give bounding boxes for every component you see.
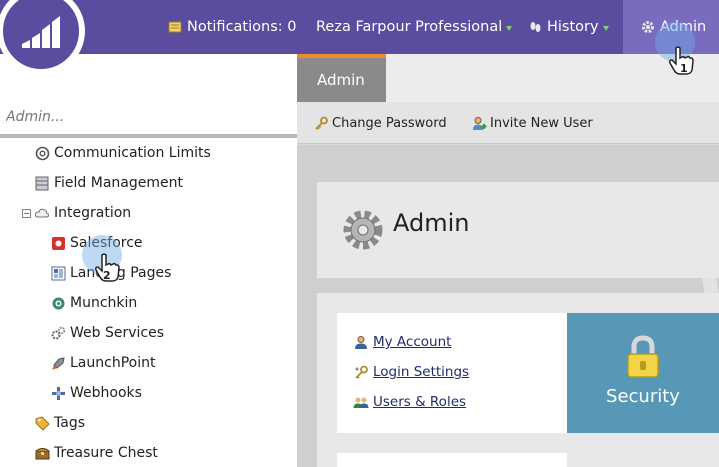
history-label: History [547, 19, 599, 35]
salesforce-icon [50, 235, 66, 251]
account-menu-button[interactable]: Reza Farpour Professional [316, 0, 513, 54]
admin-search-bar [0, 100, 297, 138]
admin-tree: Communication Limits Field Management − … [0, 142, 297, 467]
footprints-icon [527, 19, 543, 35]
history-caret-icon [602, 25, 609, 31]
at-sign-icon [34, 145, 50, 161]
history-menu-button[interactable]: History [527, 0, 609, 54]
add-user-icon [471, 115, 487, 131]
webhook-icon [50, 385, 66, 401]
tree-item-communication-limits[interactable]: Communication Limits [34, 143, 211, 163]
tab-admin[interactable]: Admin [297, 54, 386, 102]
gears-icon [50, 325, 66, 341]
login-settings-link[interactable]: Login Settings [373, 364, 469, 380]
integration-collapse-toggle[interactable]: − [22, 209, 31, 218]
tree-item-tags[interactable]: Tags [34, 413, 85, 433]
database-icon [34, 175, 50, 191]
account-caret-icon [506, 25, 513, 31]
tree-item-munchkin[interactable]: Munchkin [50, 293, 137, 313]
users-roles-link-row: Users & Roles [353, 394, 466, 410]
account-links-card: My Account Login Settings Users & Roles [337, 313, 567, 433]
step-label-2: 2 [103, 269, 111, 282]
tree-item-webhooks[interactable]: Webhooks [50, 383, 142, 403]
top-navigation-bar: Notifications: 0 Reza Farpour Profession… [0, 0, 719, 54]
admin-content: Admin My Account Login Settings Users & … [297, 145, 719, 467]
tree-item-field-management[interactable]: Field Management [34, 173, 183, 193]
admin-toolbar: Change Password Invite New User [297, 102, 719, 144]
notifications-icon [167, 19, 183, 35]
tab-strip: Admin [297, 54, 719, 102]
cloud-icon [34, 205, 50, 221]
account-label: Reza Farpour Professional [316, 19, 503, 35]
admin-header-panel: Admin [317, 182, 719, 278]
users-roles-link[interactable]: Users & Roles [373, 394, 466, 410]
login-settings-link-row: Login Settings [353, 364, 469, 380]
key-settings-icon [353, 364, 369, 380]
my-account-link[interactable]: My Account [373, 334, 451, 350]
munchkin-icon [50, 295, 66, 311]
next-card [337, 453, 567, 467]
invite-new-user-button[interactable]: Invite New User [471, 102, 593, 144]
landing-page-icon [50, 265, 66, 281]
treasure-chest-icon [34, 445, 50, 461]
tree-item-treasure-chest[interactable]: Treasure Chest [34, 443, 158, 463]
logo-bars-icon [22, 16, 60, 48]
my-account-link-row: My Account [353, 334, 451, 350]
gear-icon [640, 19, 656, 35]
security-tile-label: Security [606, 386, 680, 407]
large-gear-icon [343, 210, 383, 250]
notifications-label: Notifications: 0 [187, 19, 297, 35]
tag-icon [34, 415, 50, 431]
marketo-logo[interactable] [0, 0, 85, 75]
key-icon [313, 115, 329, 131]
rocket-icon [50, 355, 66, 371]
admin-search-input[interactable] [0, 100, 297, 134]
step-label-1: 1 [680, 62, 688, 75]
change-password-button[interactable]: Change Password [313, 102, 447, 144]
admin-sections-panel: My Account Login Settings Users & Roles [317, 293, 719, 467]
tree-item-launchpoint[interactable]: LaunchPoint [50, 353, 155, 373]
page-title: Admin [393, 209, 470, 237]
main-area: Admin Change Password Invite New User Ad… [297, 54, 719, 467]
tree-item-integration[interactable]: Integration [34, 203, 131, 223]
security-tile[interactable]: Security [567, 313, 719, 433]
tree-item-web-services[interactable]: Web Services [50, 323, 164, 343]
user-icon [353, 334, 369, 350]
notifications-button[interactable]: Notifications: 0 [167, 0, 296, 54]
users-icon [353, 394, 369, 410]
padlock-icon [627, 335, 659, 378]
